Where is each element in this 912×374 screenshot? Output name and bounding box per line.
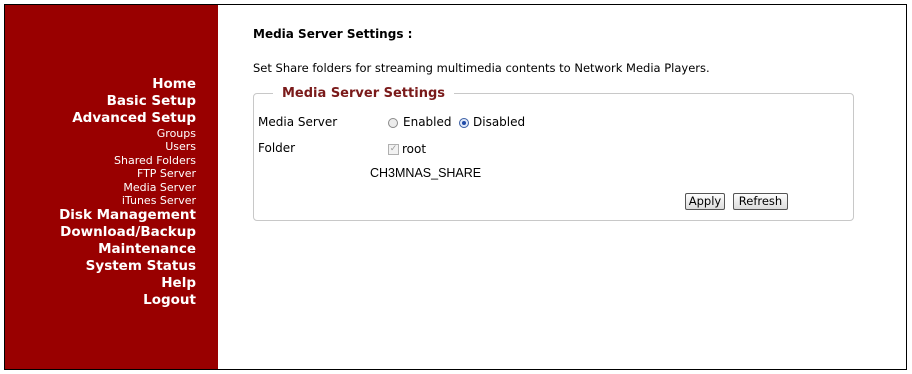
apply-button[interactable]: Apply	[685, 193, 725, 210]
sidebar-item-basic-setup[interactable]: Basic Setup	[59, 93, 196, 110]
sidebar-item-media-server[interactable]: Media Server	[59, 181, 196, 194]
sidebar-item-system-status[interactable]: System Status	[59, 258, 196, 275]
sidebar-item-advanced-setup[interactable]: Advanced Setup	[59, 110, 196, 127]
section-legend: Media Server Settings	[273, 86, 454, 102]
sidebar-item-logout[interactable]: Logout	[59, 292, 196, 309]
refresh-button[interactable]: Refresh	[733, 193, 788, 210]
enabled-radio-label[interactable]: Enabled	[403, 115, 452, 129]
sidebar-item-users[interactable]: Users	[59, 140, 196, 153]
folder-label: Folder	[258, 141, 296, 155]
root-folder-checkbox[interactable]: ✓	[388, 144, 399, 155]
sidebar-item-help[interactable]: Help	[59, 275, 196, 292]
sidebar-item-disk-management[interactable]: Disk Management	[59, 207, 196, 224]
sidebar-item-download-backup[interactable]: Download/Backup	[59, 224, 196, 241]
page-description: Set Share folders for streaming multimed…	[253, 61, 710, 75]
sidebar-item-maintenance[interactable]: Maintenance	[59, 241, 196, 258]
sidebar: Home Basic Setup Advanced Setup Groups U…	[5, 5, 218, 369]
page-title: Media Server Settings :	[253, 27, 413, 41]
media-server-label: Media Server	[258, 115, 338, 129]
root-folder-label: root	[402, 142, 427, 156]
sidebar-item-ftp-server[interactable]: FTP Server	[59, 167, 196, 180]
sidebar-item-groups[interactable]: Groups	[59, 127, 196, 140]
disabled-radio[interactable]	[459, 118, 469, 128]
sidebar-item-home[interactable]: Home	[59, 76, 196, 93]
disabled-radio-label[interactable]: Disabled	[473, 115, 525, 129]
enabled-radio[interactable]	[388, 118, 398, 128]
sidebar-item-itunes-server[interactable]: iTunes Server	[59, 194, 196, 207]
share-name: CH3MNAS_SHARE	[370, 166, 482, 180]
sidebar-nav: Home Basic Setup Advanced Setup Groups U…	[59, 76, 196, 309]
sidebar-item-shared-folders[interactable]: Shared Folders	[59, 154, 196, 167]
